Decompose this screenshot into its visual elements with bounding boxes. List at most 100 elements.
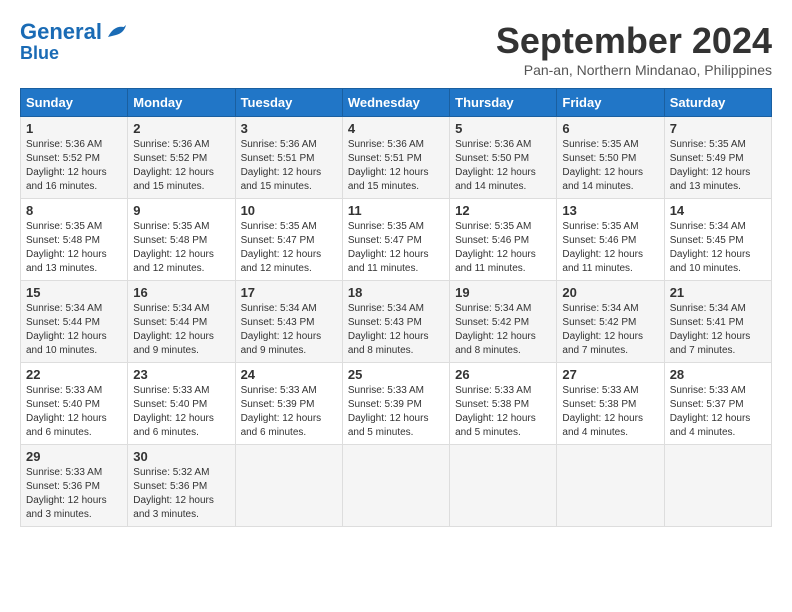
day-info: Sunrise: 5:33 AMSunset: 5:37 PMDaylight:…	[670, 385, 751, 438]
table-row: 22 Sunrise: 5:33 AMSunset: 5:40 PMDaylig…	[21, 363, 772, 445]
list-item: 13 Sunrise: 5:35 AMSunset: 5:46 PMDaylig…	[557, 199, 664, 281]
list-item: 18 Sunrise: 5:34 AMSunset: 5:43 PMDaylig…	[342, 281, 449, 363]
list-item: 23 Sunrise: 5:33 AMSunset: 5:40 PMDaylig…	[128, 363, 235, 445]
day-info: Sunrise: 5:35 AMSunset: 5:46 PMDaylight:…	[562, 221, 643, 274]
logo-blue-text: Blue	[20, 44, 59, 64]
list-item: 27 Sunrise: 5:33 AMSunset: 5:38 PMDaylig…	[557, 363, 664, 445]
day-number: 12	[455, 203, 551, 218]
day-info: Sunrise: 5:33 AMSunset: 5:39 PMDaylight:…	[241, 385, 322, 438]
day-number: 9	[133, 203, 229, 218]
list-item: 24 Sunrise: 5:33 AMSunset: 5:39 PMDaylig…	[235, 363, 342, 445]
list-item	[342, 445, 449, 527]
list-item: 28 Sunrise: 5:33 AMSunset: 5:37 PMDaylig…	[664, 363, 771, 445]
logo-text: General	[20, 20, 102, 44]
calendar-table: Sunday Monday Tuesday Wednesday Thursday…	[20, 88, 772, 527]
list-item: 19 Sunrise: 5:34 AMSunset: 5:42 PMDaylig…	[450, 281, 557, 363]
day-number: 13	[562, 203, 658, 218]
day-info: Sunrise: 5:36 AMSunset: 5:52 PMDaylight:…	[133, 139, 214, 192]
day-number: 24	[241, 367, 337, 382]
day-info: Sunrise: 5:35 AMSunset: 5:46 PMDaylight:…	[455, 221, 536, 274]
list-item: 9 Sunrise: 5:35 AMSunset: 5:48 PMDayligh…	[128, 199, 235, 281]
logo: General Blue	[20, 20, 128, 64]
col-saturday: Saturday	[664, 89, 771, 117]
day-number: 8	[26, 203, 122, 218]
list-item: 1 Sunrise: 5:36 AMSunset: 5:52 PMDayligh…	[21, 117, 128, 199]
page-header: General Blue September 2024 Pan-an, Nort…	[20, 20, 772, 78]
list-item	[557, 445, 664, 527]
day-info: Sunrise: 5:36 AMSunset: 5:50 PMDaylight:…	[455, 139, 536, 192]
day-number: 7	[670, 121, 766, 136]
list-item	[235, 445, 342, 527]
day-info: Sunrise: 5:34 AMSunset: 5:42 PMDaylight:…	[455, 303, 536, 356]
table-row: 29 Sunrise: 5:33 AMSunset: 5:36 PMDaylig…	[21, 445, 772, 527]
day-info: Sunrise: 5:35 AMSunset: 5:48 PMDaylight:…	[26, 221, 107, 274]
day-info: Sunrise: 5:33 AMSunset: 5:38 PMDaylight:…	[455, 385, 536, 438]
day-number: 5	[455, 121, 551, 136]
list-item: 30 Sunrise: 5:32 AMSunset: 5:36 PMDaylig…	[128, 445, 235, 527]
day-info: Sunrise: 5:36 AMSunset: 5:51 PMDaylight:…	[241, 139, 322, 192]
day-number: 20	[562, 285, 658, 300]
logo-bird-icon	[106, 23, 128, 41]
day-info: Sunrise: 5:33 AMSunset: 5:40 PMDaylight:…	[133, 385, 214, 438]
day-number: 10	[241, 203, 337, 218]
col-friday: Friday	[557, 89, 664, 117]
day-info: Sunrise: 5:34 AMSunset: 5:43 PMDaylight:…	[241, 303, 322, 356]
list-item: 11 Sunrise: 5:35 AMSunset: 5:47 PMDaylig…	[342, 199, 449, 281]
month-title: September 2024	[496, 20, 772, 62]
day-info: Sunrise: 5:34 AMSunset: 5:44 PMDaylight:…	[26, 303, 107, 356]
day-info: Sunrise: 5:34 AMSunset: 5:44 PMDaylight:…	[133, 303, 214, 356]
day-number: 27	[562, 367, 658, 382]
list-item: 10 Sunrise: 5:35 AMSunset: 5:47 PMDaylig…	[235, 199, 342, 281]
day-number: 25	[348, 367, 444, 382]
day-number: 30	[133, 449, 229, 464]
day-number: 19	[455, 285, 551, 300]
day-number: 1	[26, 121, 122, 136]
table-row: 15 Sunrise: 5:34 AMSunset: 5:44 PMDaylig…	[21, 281, 772, 363]
day-info: Sunrise: 5:33 AMSunset: 5:38 PMDaylight:…	[562, 385, 643, 438]
calendar-header-row: Sunday Monday Tuesday Wednesday Thursday…	[21, 89, 772, 117]
list-item: 26 Sunrise: 5:33 AMSunset: 5:38 PMDaylig…	[450, 363, 557, 445]
list-item: 17 Sunrise: 5:34 AMSunset: 5:43 PMDaylig…	[235, 281, 342, 363]
day-number: 16	[133, 285, 229, 300]
list-item: 4 Sunrise: 5:36 AMSunset: 5:51 PMDayligh…	[342, 117, 449, 199]
day-info: Sunrise: 5:34 AMSunset: 5:45 PMDaylight:…	[670, 221, 751, 274]
day-info: Sunrise: 5:35 AMSunset: 5:48 PMDaylight:…	[133, 221, 214, 274]
list-item	[450, 445, 557, 527]
day-number: 3	[241, 121, 337, 136]
day-number: 15	[26, 285, 122, 300]
col-monday: Monday	[128, 89, 235, 117]
day-number: 2	[133, 121, 229, 136]
col-tuesday: Tuesday	[235, 89, 342, 117]
day-info: Sunrise: 5:33 AMSunset: 5:40 PMDaylight:…	[26, 385, 107, 438]
day-info: Sunrise: 5:35 AMSunset: 5:47 PMDaylight:…	[348, 221, 429, 274]
day-number: 18	[348, 285, 444, 300]
list-item: 29 Sunrise: 5:33 AMSunset: 5:36 PMDaylig…	[21, 445, 128, 527]
col-thursday: Thursday	[450, 89, 557, 117]
day-info: Sunrise: 5:35 AMSunset: 5:49 PMDaylight:…	[670, 139, 751, 192]
day-info: Sunrise: 5:35 AMSunset: 5:50 PMDaylight:…	[562, 139, 643, 192]
list-item: 22 Sunrise: 5:33 AMSunset: 5:40 PMDaylig…	[21, 363, 128, 445]
list-item: 12 Sunrise: 5:35 AMSunset: 5:46 PMDaylig…	[450, 199, 557, 281]
list-item: 15 Sunrise: 5:34 AMSunset: 5:44 PMDaylig…	[21, 281, 128, 363]
day-number: 28	[670, 367, 766, 382]
list-item	[664, 445, 771, 527]
day-info: Sunrise: 5:32 AMSunset: 5:36 PMDaylight:…	[133, 467, 214, 520]
list-item: 3 Sunrise: 5:36 AMSunset: 5:51 PMDayligh…	[235, 117, 342, 199]
day-info: Sunrise: 5:33 AMSunset: 5:36 PMDaylight:…	[26, 467, 107, 520]
day-number: 4	[348, 121, 444, 136]
location-subtitle: Pan-an, Northern Mindanao, Philippines	[496, 62, 772, 78]
day-number: 11	[348, 203, 444, 218]
day-info: Sunrise: 5:36 AMSunset: 5:52 PMDaylight:…	[26, 139, 107, 192]
day-number: 23	[133, 367, 229, 382]
col-wednesday: Wednesday	[342, 89, 449, 117]
list-item: 6 Sunrise: 5:35 AMSunset: 5:50 PMDayligh…	[557, 117, 664, 199]
list-item: 21 Sunrise: 5:34 AMSunset: 5:41 PMDaylig…	[664, 281, 771, 363]
day-number: 21	[670, 285, 766, 300]
list-item: 20 Sunrise: 5:34 AMSunset: 5:42 PMDaylig…	[557, 281, 664, 363]
day-info: Sunrise: 5:34 AMSunset: 5:43 PMDaylight:…	[348, 303, 429, 356]
table-row: 8 Sunrise: 5:35 AMSunset: 5:48 PMDayligh…	[21, 199, 772, 281]
day-number: 14	[670, 203, 766, 218]
title-block: September 2024 Pan-an, Northern Mindanao…	[496, 20, 772, 78]
day-number: 29	[26, 449, 122, 464]
col-sunday: Sunday	[21, 89, 128, 117]
